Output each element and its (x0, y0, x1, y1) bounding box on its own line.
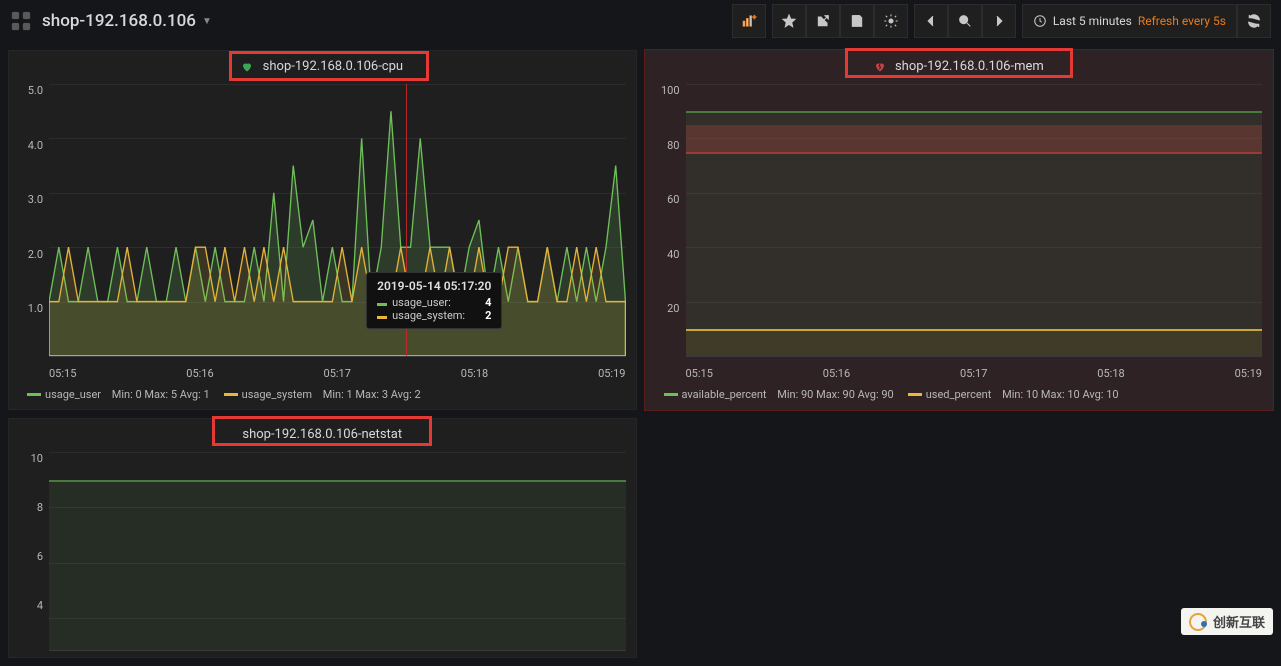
header: shop-192.168.0.106 ▼ + Last 5 minutes Re… (0, 0, 1281, 42)
refresh-interval-label: Refresh every 5s (1138, 14, 1226, 28)
time-range-picker[interactable]: Last 5 minutes Refresh every 5s (1022, 4, 1237, 38)
time-range-label: Last 5 minutes (1053, 14, 1132, 28)
dashboard-title-text: shop-192.168.0.106 (42, 11, 196, 31)
grafana-logo-icon[interactable] (10, 10, 32, 32)
mem-x-axis: 05:15 05:16 05:17 05:18 05:19 (646, 363, 1273, 384)
cpu-plot (49, 84, 626, 357)
netstat-y-axis: 10 8 6 4 (13, 446, 47, 657)
mem-y-axis: 100 80 60 40 20 (650, 78, 684, 363)
panel-cpu[interactable]: shop-192.168.0.106-cpu 5.0 4.0 3.0 2.0 1… (8, 50, 637, 410)
cpu-chart-area[interactable]: 5.0 4.0 3.0 2.0 1.0 2019-05-14 05:17:20 … (9, 78, 636, 363)
svg-text:+: + (752, 13, 756, 22)
share-button[interactable] (806, 4, 840, 38)
watermark-icon (1189, 613, 1207, 631)
caret-down-icon: ▼ (202, 16, 212, 27)
watermark: 创新互联 (1181, 608, 1273, 635)
netstat-chart-area[interactable]: 10 8 6 4 (9, 446, 636, 657)
highlight-netstat-title (212, 416, 432, 446)
cpu-legend: usage_user Min: 0 Max: 5 Avg: 1 usage_sy… (9, 384, 636, 409)
star-button[interactable] (772, 4, 806, 38)
mem-legend: available_percent Min: 90 Max: 90 Avg: 9… (646, 384, 1273, 409)
cpu-y-axis: 5.0 4.0 3.0 2.0 1.0 (13, 78, 47, 363)
save-button[interactable] (840, 4, 874, 38)
refresh-button[interactable] (1237, 4, 1271, 38)
time-forward-button[interactable] (982, 4, 1016, 38)
highlight-mem-title (845, 48, 1073, 78)
mem-chart-area[interactable]: 100 80 60 40 20 (646, 78, 1273, 363)
settings-button[interactable] (874, 4, 908, 38)
watermark-text: 创新互联 (1213, 612, 1265, 631)
zoom-out-button[interactable] (948, 4, 982, 38)
panel-netstat[interactable]: shop-192.168.0.106-netstat 10 8 6 4 (8, 418, 637, 658)
mem-plot (686, 84, 1263, 357)
time-back-button[interactable] (914, 4, 948, 38)
cpu-tooltip: 2019-05-14 05:17:20 usage_user:4 usage_s… (366, 272, 502, 329)
highlight-cpu-title (229, 51, 429, 81)
add-panel-button[interactable]: + (732, 4, 766, 38)
cpu-x-axis: 05:15 05:16 05:17 05:18 05:19 (9, 363, 636, 384)
panel-mem[interactable]: shop-192.168.0.106-mem 100 80 60 40 20 (645, 50, 1274, 410)
dashboard-title-dropdown[interactable]: shop-192.168.0.106 ▼ (42, 11, 212, 31)
netstat-plot (49, 452, 626, 651)
